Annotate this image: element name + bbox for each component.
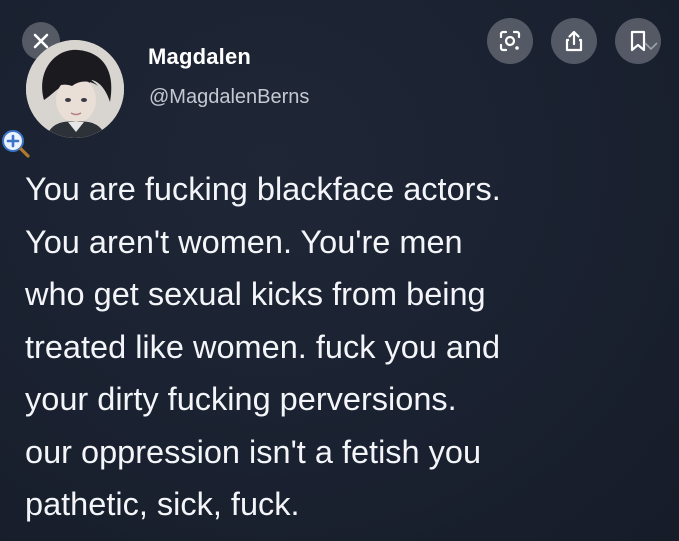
share-button[interactable] bbox=[551, 18, 597, 64]
scan-lens-icon bbox=[499, 30, 521, 52]
tweet-line: You are fucking blackface actors. bbox=[25, 171, 501, 207]
zoom-in-icon[interactable] bbox=[0, 128, 30, 158]
lens-button[interactable] bbox=[487, 18, 533, 64]
display-name[interactable]: Magdalen bbox=[148, 44, 251, 70]
tweet-line: your dirty fucking perversions. bbox=[25, 381, 457, 417]
avatar[interactable] bbox=[26, 40, 124, 138]
tweet-line: You aren't women. You're men bbox=[25, 223, 463, 260]
screenshot-viewer: Magdalen @MagdalenBerns You are fucking … bbox=[0, 0, 679, 541]
share-icon bbox=[565, 30, 583, 52]
tweet-line: pathetic, sick, fuck. bbox=[25, 486, 300, 522]
chevron-down-icon bbox=[644, 42, 658, 51]
tweet-line: our oppression isn't a fetish you bbox=[25, 433, 482, 470]
top-actions bbox=[487, 18, 661, 64]
tweet-text: You are fucking blackface actors. You ar… bbox=[25, 163, 665, 531]
user-handle[interactable]: @MagdalenBerns bbox=[149, 86, 309, 109]
tweet-line: treated like women. fuck you and bbox=[25, 328, 501, 365]
profile-photo bbox=[26, 40, 124, 138]
tweet-line: who get sexual kicks from being bbox=[25, 276, 486, 312]
